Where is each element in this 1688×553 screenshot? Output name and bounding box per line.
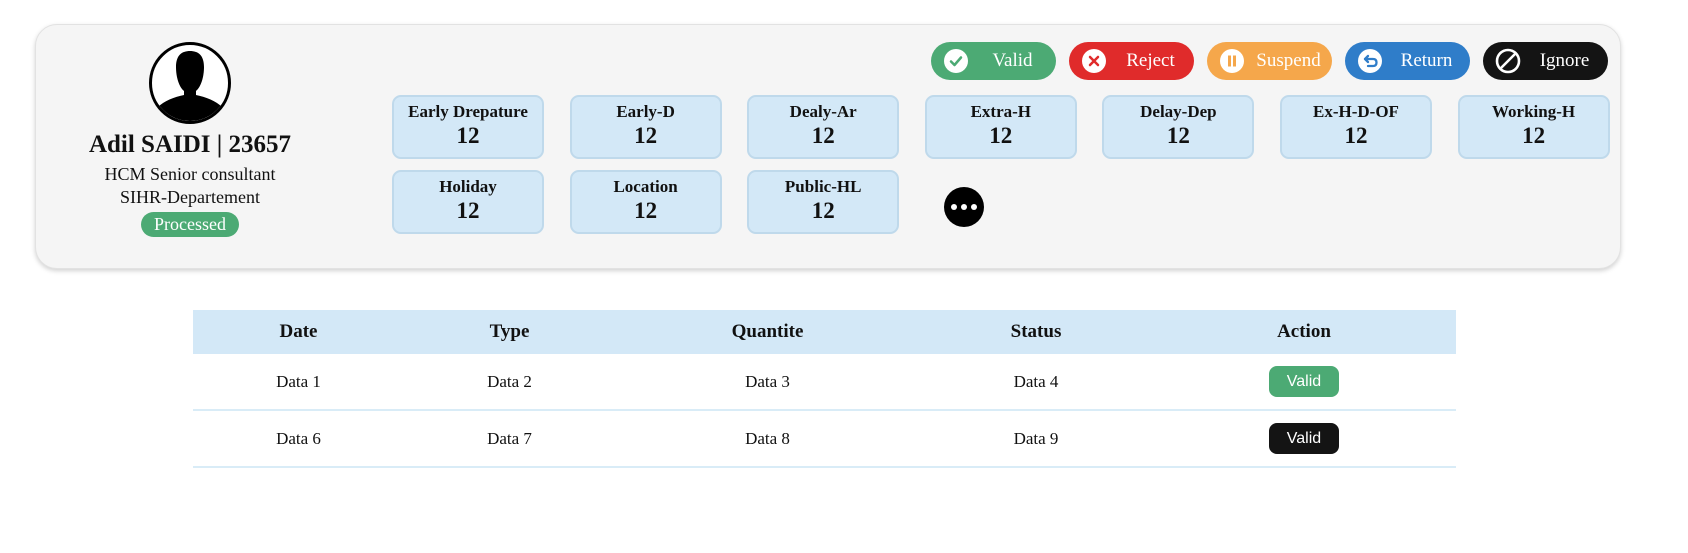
stat-value: 12 xyxy=(1166,123,1190,148)
column-header-action: Action xyxy=(1277,321,1331,342)
suspend-button-label: Suspend xyxy=(1256,50,1321,71)
column-header-quantite: Quantite xyxy=(731,321,804,342)
table-cell: Data 9 xyxy=(920,410,1152,468)
stat-holiday: Holiday 12 xyxy=(392,170,544,234)
stat-location: Location 12 xyxy=(569,170,722,234)
stat-extra-h: Extra-H 12 xyxy=(924,95,1077,159)
stat-dealy-ar: Dealy-Ar 12 xyxy=(747,95,900,159)
x-circle-icon xyxy=(1081,48,1107,74)
more-button[interactable] xyxy=(944,187,984,227)
column-header-status: Status xyxy=(1010,321,1062,342)
pause-circle-icon xyxy=(1219,48,1245,74)
stat-label: Dealy-Ar xyxy=(789,102,857,121)
suspend-button[interactable]: Suspend xyxy=(1207,42,1332,80)
stat-working-h: Working-H 12 xyxy=(1457,95,1610,159)
stat-label: Early-D xyxy=(616,102,675,121)
return-button-label: Return xyxy=(1400,50,1453,71)
stat-value: 12 xyxy=(456,198,480,223)
stat-label: Ex-H-D-OF xyxy=(1313,102,1399,121)
stat-value: 12 xyxy=(1522,123,1546,148)
employee-role: HCM Senior consultant xyxy=(104,164,276,184)
column-header-type: Type xyxy=(489,321,530,342)
stat-label: Early Drepature xyxy=(408,102,528,121)
return-button[interactable]: Return xyxy=(1345,42,1470,80)
table-cell: Data 3 xyxy=(615,354,920,411)
stat-value: 12 xyxy=(634,123,658,148)
valid-button-label: Valid xyxy=(992,50,1033,71)
avatar xyxy=(149,42,231,124)
stat-value: 12 xyxy=(811,198,835,223)
reject-button-label: Reject xyxy=(1126,50,1175,71)
table-cell: Data 8 xyxy=(615,410,920,468)
stat-early-drepature: Early Drepature 12 xyxy=(392,95,544,159)
employee-card: Adil SAIDI | 23657 HCM Senior consultant… xyxy=(35,24,1621,269)
person-silhouette-icon xyxy=(156,51,224,121)
stat-label: Public-HL xyxy=(784,177,862,196)
stat-public-hl: Public-HL 12 xyxy=(747,170,900,234)
check-circle-icon xyxy=(943,48,969,74)
action-buttons: Valid Reject Suspend Return Ignore xyxy=(931,42,1608,80)
table-cell: Data 7 xyxy=(404,410,615,468)
stat-early-d: Early-D 12 xyxy=(569,95,722,159)
table-cell: Data 4 xyxy=(920,354,1152,411)
stats-grid: Early Drepature 12 Early-D 12 Dealy-Ar 1… xyxy=(392,95,1610,234)
stat-value: 12 xyxy=(811,123,835,148)
stat-ex-h-d-of: Ex-H-D-OF 12 xyxy=(1279,95,1432,159)
stat-delay-dep: Delay-Dep 12 xyxy=(1102,95,1255,159)
stat-value: 12 xyxy=(634,198,658,223)
table-cell: Data 2 xyxy=(404,354,615,411)
stat-label: Working-H xyxy=(1492,102,1576,121)
table-cell: Data 6 xyxy=(193,410,404,468)
table-header-row: Date Type Quantite Status Action xyxy=(193,310,1456,354)
stat-label: Holiday xyxy=(439,177,497,196)
table-row: Data 1 Data 2 Data 3 Data 4 Valid xyxy=(193,354,1456,411)
table-cell-action: Valid xyxy=(1152,410,1456,468)
stat-value: 12 xyxy=(1344,123,1368,148)
table-cell-action: Valid xyxy=(1152,354,1456,411)
table-row: Data 6 Data 7 Data 8 Data 9 Valid xyxy=(193,410,1456,468)
stat-value: 12 xyxy=(989,123,1013,148)
more-dots-icon xyxy=(951,204,977,210)
ignore-button-label: Ignore xyxy=(1539,50,1590,71)
reject-button[interactable]: Reject xyxy=(1069,42,1194,80)
profile-section: Adil SAIDI | 23657 HCM Senior consultant… xyxy=(86,42,294,237)
stat-label: Extra-H xyxy=(970,102,1031,121)
stat-value: 12 xyxy=(456,123,480,148)
status-badge: Processed xyxy=(141,212,239,237)
valid-button[interactable]: Valid xyxy=(931,42,1056,80)
table-cell: Data 1 xyxy=(193,354,404,411)
ban-icon xyxy=(1495,48,1521,74)
return-arrow-icon xyxy=(1357,48,1383,74)
row-valid-button[interactable]: Valid xyxy=(1268,366,1340,397)
row-valid-button[interactable]: Valid xyxy=(1268,423,1340,454)
ignore-button[interactable]: Ignore xyxy=(1483,42,1608,80)
stat-label: Delay-Dep xyxy=(1140,102,1217,121)
employee-department: SIHR-Departement xyxy=(120,187,260,207)
employee-name: Adil SAIDI | 23657 xyxy=(88,131,292,158)
column-header-date: Date xyxy=(279,321,318,342)
stat-label: Location xyxy=(613,177,678,196)
records-table: Date Type Quantite Status Action Data 1 … xyxy=(193,310,1456,468)
